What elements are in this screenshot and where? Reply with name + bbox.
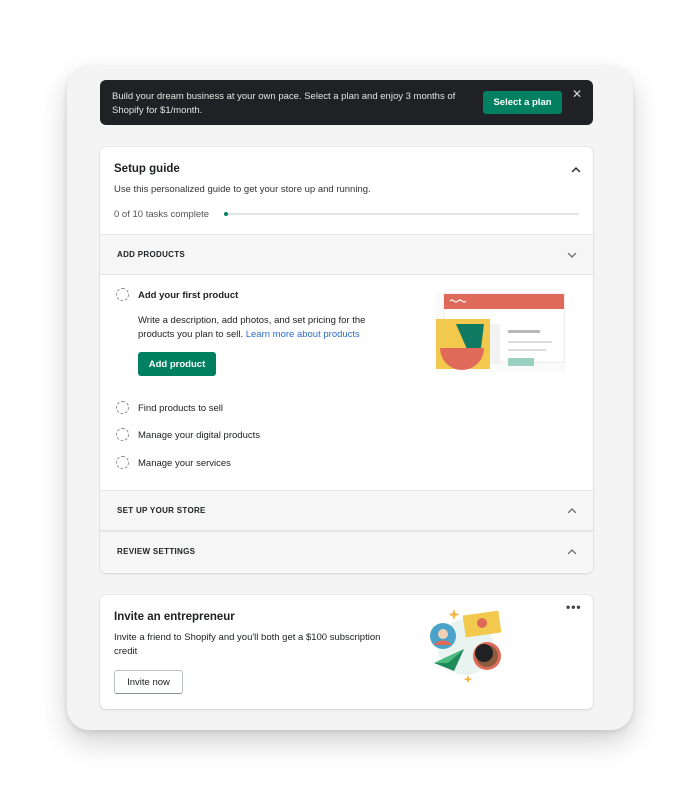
task-services[interactable]: Manage your services <box>138 458 231 469</box>
setup-guide-card: Setup guide Use this personalized guide … <box>100 147 593 573</box>
section-review-settings[interactable]: REVIEW SETTINGS <box>100 531 593 572</box>
chevron-up-icon <box>567 549 577 555</box>
task-digital-products[interactable]: Manage your digital products <box>138 430 260 441</box>
invite-title: Invite an entrepreneur <box>114 611 235 623</box>
product-illustration <box>436 292 566 372</box>
task-checkbox[interactable] <box>116 288 129 301</box>
invite-now-button[interactable]: Invite now <box>114 670 183 694</box>
task-title-add-first-product[interactable]: Add your first product <box>138 290 238 301</box>
invite-description: Invite a friend to Shopify and you'll bo… <box>114 632 381 657</box>
progress-bar <box>224 212 579 216</box>
chevron-up-icon <box>567 508 577 514</box>
section-label: REVIEW SETTINGS <box>117 547 196 556</box>
more-horizontal-icon[interactable]: ••• <box>566 601 581 613</box>
task-checkbox[interactable] <box>116 401 129 414</box>
section-label: SET UP YOUR STORE <box>117 506 206 515</box>
select-plan-button[interactable]: Select a plan <box>483 91 562 114</box>
add-product-button[interactable]: Add product <box>138 352 216 376</box>
chevron-up-icon[interactable] <box>570 164 582 176</box>
task-find-products[interactable]: Find products to sell <box>138 403 223 414</box>
setup-guide-subtitle: Use this personalized guide to get your … <box>114 184 371 195</box>
section-label: ADD PRODUCTS <box>117 250 186 259</box>
setup-guide-title: Setup guide <box>114 163 180 175</box>
task-description: Write a description, add photos, and set… <box>138 315 366 340</box>
task-checkbox[interactable] <box>116 428 129 441</box>
invite-card: Invite an entrepreneur Invite a friend t… <box>100 595 593 709</box>
chevron-down-icon <box>567 252 577 258</box>
progress-text: 0 of 10 tasks complete <box>114 209 210 220</box>
progress-fill <box>224 212 228 216</box>
section-add-products[interactable]: ADD PRODUCTS <box>100 234 593 275</box>
banner-text: Build your dream business at your own pa… <box>112 91 456 116</box>
task-checkbox[interactable] <box>116 456 129 469</box>
learn-more-products-link[interactable]: Learn more about products <box>246 329 360 340</box>
section-set-up-store[interactable]: SET UP YOUR STORE <box>100 490 593 531</box>
close-icon[interactable]: ✕ <box>572 88 582 100</box>
invite-illustration <box>430 609 502 684</box>
